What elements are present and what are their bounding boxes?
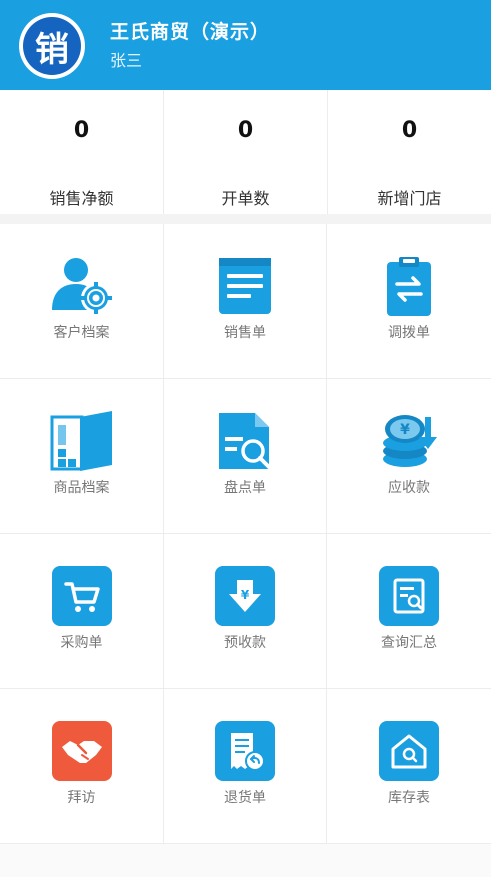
menu-item-advance-receipt[interactable]: ¥ 预收款 [164,534,327,689]
handshake-icon [50,719,114,783]
menu-item-customer-archive[interactable]: 客户档案 [0,224,164,379]
app-logo: 销 [19,13,85,79]
shop-name: 王氏商贸（演示） [110,21,271,43]
stats-bar: 0 销售净额 0 开单数 0 新增门店 [0,90,491,214]
menu-item-transfer-order[interactable]: 调拨单 [327,224,491,379]
menu-item-label: 库存表 [388,790,430,806]
product-door-icon [50,409,114,473]
logo-char: 销 [23,17,81,75]
stat-net-sales[interactable]: 0 销售净额 [0,90,164,214]
section-divider [0,214,491,224]
stat-order-count[interactable]: 0 开单数 [164,90,328,214]
stat-label: 新增门店 [377,189,442,208]
user-name: 张三 [110,51,143,70]
menu-grid: 客户档案 销售单 调拨单 商品档案 盘点单 ¥ 应收款 采购单 ¥ 预收款 查询… [0,224,491,844]
stat-value: 0 [401,118,418,143]
menu-item-receivables[interactable]: ¥ 应收款 [327,379,491,534]
menu-item-label: 销售单 [224,325,266,341]
stat-value: 0 [73,118,90,143]
inventory-search-icon [213,409,277,473]
shopping-cart-icon [50,564,114,628]
svg-text:¥: ¥ [241,588,250,602]
sales-document-icon [213,254,277,318]
menu-item-label: 退货单 [224,790,266,806]
stat-label: 销售净额 [49,189,114,208]
menu-item-label: 应收款 [388,480,430,496]
menu-item-label: 商品档案 [53,480,110,496]
menu-item-sales-order[interactable]: 销售单 [164,224,327,379]
menu-item-product-archive[interactable]: 商品档案 [0,379,164,534]
warehouse-home-icon [377,719,441,783]
customer-settings-icon [50,254,114,318]
menu-item-label: 调拨单 [388,325,430,341]
menu-item-inventory-check[interactable]: 盘点单 [164,379,327,534]
menu-item-label: 采购单 [60,635,103,651]
stat-new-stores[interactable]: 0 新增门店 [328,90,491,214]
svg-text:¥: ¥ [400,422,410,438]
menu-item-label: 预收款 [224,635,266,651]
return-receipt-icon [213,719,277,783]
transfer-clipboard-icon [377,254,441,318]
menu-item-label: 盘点单 [224,480,266,496]
coins-receivable-icon: ¥ [377,409,441,473]
app-header: 销 王氏商贸（演示） 张三 [0,0,491,90]
menu-item-return-order[interactable]: 退货单 [164,689,327,844]
stat-value: 0 [237,118,254,143]
menu-item-purchase-order[interactable]: 采购单 [0,534,164,689]
menu-item-visit[interactable]: 拜访 [0,689,164,844]
report-search-icon [377,564,441,628]
stat-label: 开单数 [221,189,270,208]
bottom-area [0,844,491,877]
menu-item-label: 拜访 [67,790,96,806]
menu-item-stock-table[interactable]: 库存表 [327,689,491,844]
menu-item-label: 查询汇总 [381,635,437,651]
menu-item-label: 客户档案 [53,325,110,341]
menu-item-query-summary[interactable]: 查询汇总 [327,534,491,689]
yen-download-icon: ¥ [213,564,277,628]
